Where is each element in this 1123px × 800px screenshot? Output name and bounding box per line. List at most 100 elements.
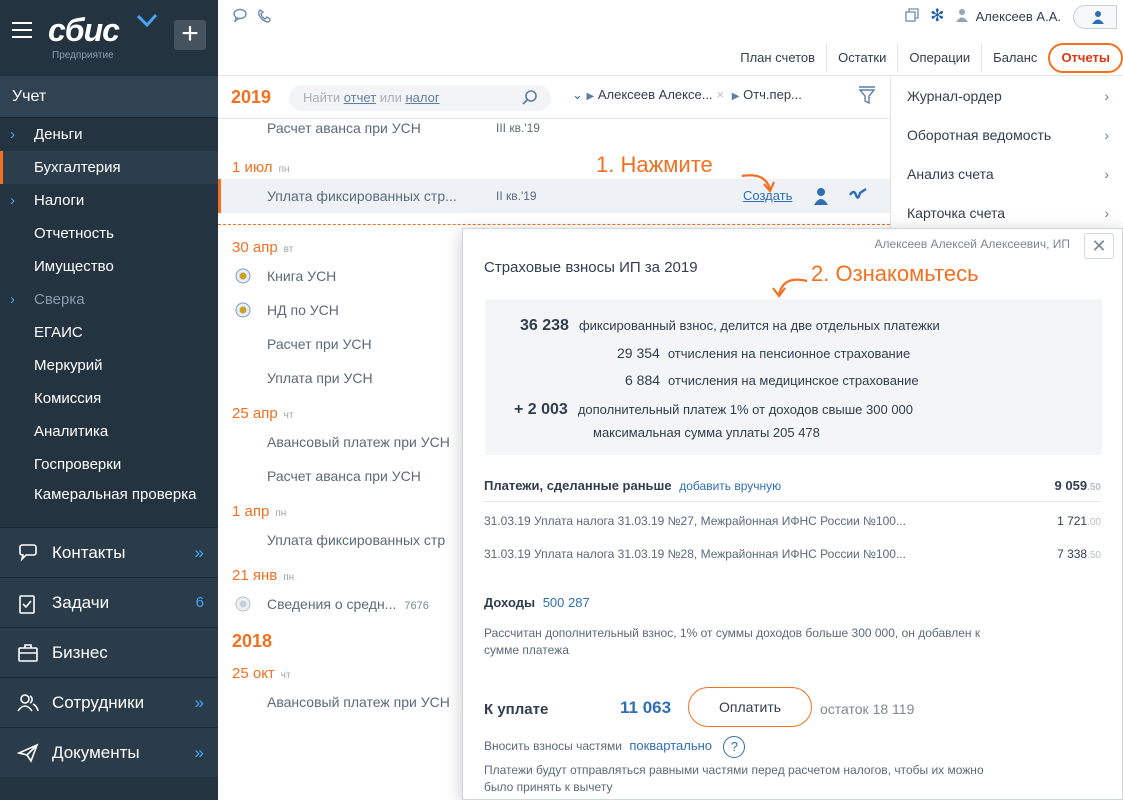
item-title: НД по УСН	[267, 302, 339, 318]
contribution-summary: 36 238 фиксированный взнос, делится на дв…	[485, 299, 1102, 455]
nav-item-egais[interactable]: ЕГАИС	[0, 316, 218, 349]
person-icon[interactable]	[812, 187, 830, 205]
section-label: Бизнес	[52, 643, 108, 662]
report-label: Анализ счета	[907, 166, 994, 182]
report-item-account-analysis[interactable]: Анализ счета ›	[891, 155, 1123, 194]
search-input[interactable]: Найти отчет или налог	[289, 85, 551, 111]
nav-item-money[interactable]: › Деньги	[0, 118, 218, 151]
search-link-tax[interactable]: налог	[406, 90, 440, 105]
nav-label: ЕГАИС	[34, 324, 83, 341]
item-title: Уплата фиксированных стр...	[267, 188, 457, 204]
expand-icon[interactable]: »	[195, 528, 204, 578]
nav-item-inspections[interactable]: Госпроверки	[0, 448, 218, 481]
payment-row[interactable]: 31.03.19 Уплата налога 31.03.19 №28, Меж…	[484, 547, 1101, 561]
user-menu-button[interactable]	[1073, 5, 1117, 29]
phone-icon[interactable]	[256, 8, 272, 29]
chevron-right-icon: ›	[1104, 88, 1109, 104]
gear-icon[interactable]: ✻	[930, 6, 944, 26]
list-item-selected[interactable]: Уплата фиксированных стр... II кв.'19 Со…	[218, 179, 890, 213]
nav-label: Комиссия	[34, 390, 102, 407]
search-link-report[interactable]: отчет	[344, 90, 376, 105]
income-section: Доходы 500 287	[484, 595, 590, 610]
section-employees[interactable]: Сотрудники »	[0, 677, 218, 727]
remaining-amount: остаток 18 119	[820, 701, 915, 717]
menu-icon[interactable]	[12, 22, 32, 43]
income-value[interactable]: 500 287	[543, 595, 590, 610]
sign-icon[interactable]	[848, 187, 868, 205]
logo[interactable]: сбис	[48, 12, 120, 49]
report-label: Журнал-ордер	[907, 88, 1002, 104]
section-tasks[interactable]: Задачи 6	[0, 577, 218, 627]
nav-item-desk-audit[interactable]: Камеральная проверка	[0, 481, 218, 527]
create-button[interactable]: +	[174, 19, 206, 50]
extra-amount: + 2 003	[514, 401, 568, 418]
date-header: 1 июл пн	[218, 149, 890, 179]
nav-item-reconciliation[interactable]: › Сверка	[0, 283, 218, 316]
pension-amount: 29 354	[617, 345, 660, 361]
report-item-turnover[interactable]: Оборотная ведомость ›	[891, 116, 1123, 155]
nav-item-mercury[interactable]: Меркурий	[0, 349, 218, 382]
nav-item-commission[interactable]: Комиссия	[0, 382, 218, 415]
date-label: 25 апр	[232, 405, 278, 422]
report-item-journal-order[interactable]: Журнал-ордер ›	[891, 77, 1123, 116]
filter-period[interactable]: Отч.пер...	[743, 87, 802, 102]
report-label: Карточка счета	[907, 205, 1006, 221]
nav-item-reporting[interactable]: Отчетность	[0, 217, 218, 250]
pay-button[interactable]: Оплатить	[688, 687, 812, 727]
payment-desc: 31.03.19 Уплата налога 31.03.19 №28, Меж…	[484, 547, 906, 561]
list-item[interactable]: Расчет аванса при УСН III кв.'19	[218, 119, 890, 149]
nav-item-bookkeeping[interactable]: Бухгалтерия	[0, 151, 218, 184]
briefcase-icon	[18, 644, 38, 662]
item-title: Уплата при УСН	[267, 370, 373, 386]
annotation-click: 1. Нажмите	[596, 152, 713, 177]
nav-label: Имущество	[34, 258, 114, 275]
item-period: III кв.'19	[496, 121, 540, 135]
user-area: ✻ Алексеев А.А.	[897, 6, 1061, 26]
annotation-review: 2. Ознакомьтесь	[811, 261, 979, 286]
date-label: 21 янв	[232, 567, 278, 584]
logo-subtitle: Предприятие	[52, 50, 114, 61]
section-documents[interactable]: Документы »	[0, 727, 218, 777]
payment-row[interactable]: 31.03.19 Уплата налога 31.03.19 №27, Меж…	[484, 514, 1101, 528]
year-title[interactable]: 2019	[231, 87, 271, 108]
search-icon[interactable]	[521, 89, 539, 107]
emblem-icon	[235, 596, 251, 612]
section-accounting[interactable]: Учет	[0, 76, 218, 118]
expand-icon[interactable]: »	[195, 678, 204, 728]
popup-title: Страховые взносы ИП за 2019	[484, 259, 698, 276]
date-label: 25 окт	[232, 665, 275, 682]
installments-link[interactable]: поквартально	[629, 738, 712, 753]
nav-label: Камеральная проверка	[34, 486, 197, 503]
chevron-down-icon[interactable]: ⌄	[572, 87, 583, 102]
app-root: сбис Предприятие + Учет › Деньги Бухгалте…	[0, 0, 1123, 800]
help-icon[interactable]: ?	[723, 736, 746, 758]
list-header: 2019 Найти отчет или налог ⌄ ▶ Алексеев …	[218, 77, 890, 119]
tab-balance-sheet[interactable]: Баланс	[981, 44, 1048, 72]
windows-icon[interactable]	[904, 7, 919, 25]
income-note-line2: сумме платежа	[484, 643, 569, 657]
item-number: 7676	[404, 600, 429, 612]
filter-icon[interactable]	[858, 85, 876, 105]
chat-bubble-icon[interactable]	[232, 8, 248, 27]
people-icon	[17, 694, 39, 712]
expand-icon[interactable]: »	[195, 728, 204, 778]
tasks-count-badge: 6	[195, 594, 204, 611]
filter-person[interactable]: Алексеев Алексе...	[598, 87, 713, 102]
logo-bird-icon	[136, 14, 158, 28]
tab-operations[interactable]: Операции	[897, 44, 981, 72]
nav-item-property[interactable]: Имущество	[0, 250, 218, 283]
nav-item-analytics[interactable]: Аналитика	[0, 415, 218, 448]
section-contacts[interactable]: Контакты »	[0, 527, 218, 577]
section-label: Контакты	[52, 543, 126, 562]
extra-desc: дополнительный платеж 1% от доходов свыш…	[577, 402, 914, 417]
tab-balances[interactable]: Остатки	[826, 44, 897, 72]
user-name[interactable]: Алексеев А.А.	[976, 9, 1061, 24]
close-icon[interactable]: ×	[717, 87, 725, 102]
tab-chart-of-accounts[interactable]: План счетов	[729, 44, 826, 72]
nav-item-taxes[interactable]: › Налоги	[0, 184, 218, 217]
tab-reports[interactable]: Отчеты	[1048, 43, 1123, 73]
income-label: Доходы	[484, 595, 536, 610]
add-manually-link[interactable]: добавить вручную	[679, 479, 781, 493]
section-business[interactable]: Бизнес	[0, 627, 218, 677]
close-button[interactable]: ✕	[1084, 233, 1114, 259]
